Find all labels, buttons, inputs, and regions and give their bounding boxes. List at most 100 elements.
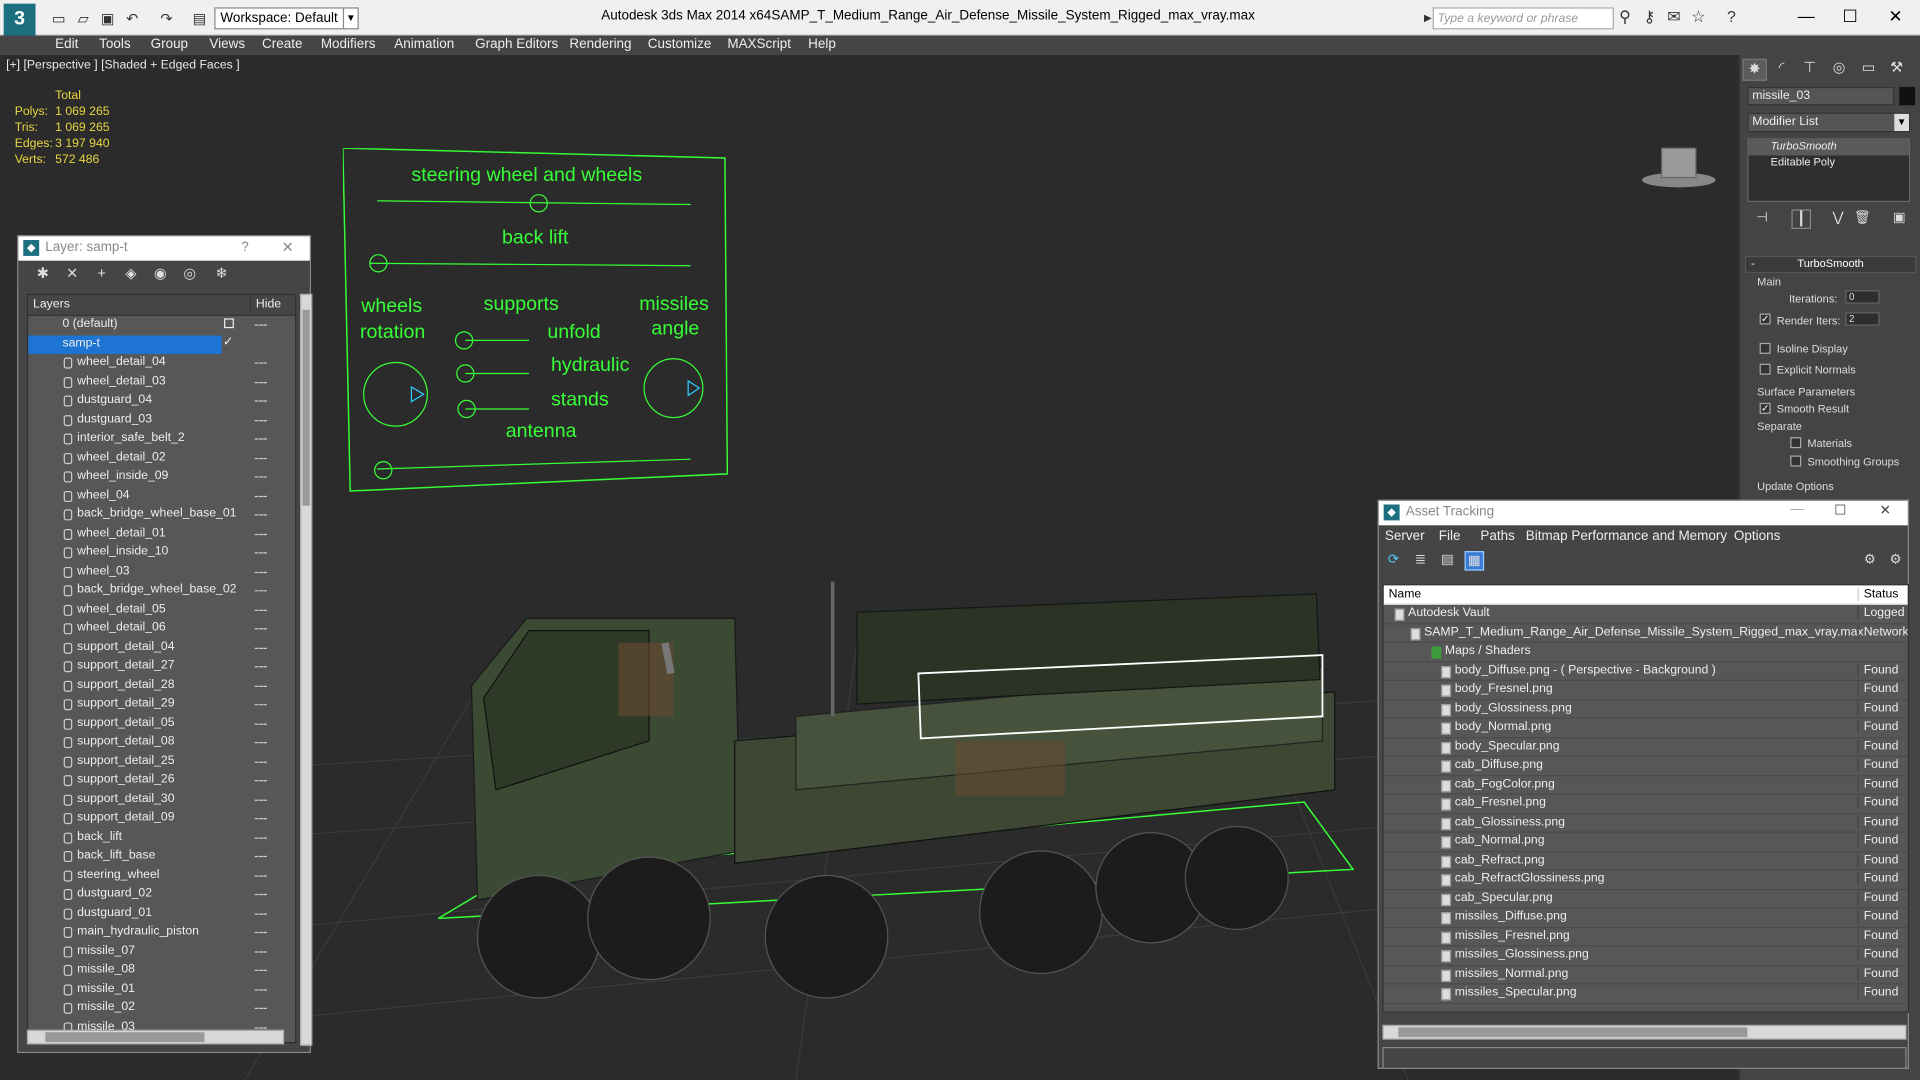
layer-object-row[interactable]: support_detail_26 (28, 771, 295, 790)
render-iters-checkbox[interactable]: ✓ (1759, 313, 1771, 325)
layer-object-row[interactable]: missile_02 (28, 999, 295, 1018)
hide-toggle[interactable] (254, 400, 267, 402)
layer-object-row[interactable]: wheel_detail_04 (28, 354, 295, 373)
refresh-icon[interactable]: ⟳ (1384, 551, 1404, 571)
remove-modifier-icon[interactable]: 🗑 (1853, 209, 1873, 229)
layer-object-row[interactable]: support_detail_27 (28, 658, 295, 677)
layer-window-titlebar[interactable]: ◆ Layer: samp-t ? ✕ (18, 236, 310, 261)
wheels-rotation-dial[interactable] (363, 361, 428, 427)
layer-object-row[interactable]: support_detail_05 (28, 714, 295, 733)
hide-toggle[interactable] (254, 742, 267, 744)
layer-object-row[interactable]: missile_01 (28, 980, 295, 999)
hide-toggle[interactable] (254, 950, 267, 953)
asset-menu-paths[interactable]: Paths (1480, 529, 1514, 544)
hide-toggle[interactable] (254, 628, 267, 630)
layer-vertical-scrollbar[interactable] (300, 293, 313, 1046)
layer-object-row[interactable]: back_lift_base (28, 847, 295, 866)
vault-help-icon[interactable]: ⚙ (1860, 551, 1880, 571)
asset-row[interactable]: cab_Diffuse.png Found (1383, 757, 1908, 776)
hide-toggle[interactable] (254, 362, 267, 364)
layer-object-row[interactable]: dustguard_04 (28, 392, 295, 411)
configure-sets-icon[interactable]: ▣ (1889, 209, 1909, 229)
layer-object-row[interactable]: missile_07 (28, 942, 295, 961)
save-icon[interactable]: ▣ (98, 9, 118, 29)
layer-object-row[interactable]: back_lift (28, 828, 295, 847)
layer-object-row[interactable]: support_detail_25 (28, 752, 295, 771)
pin-stack-icon[interactable]: ⊣ (1752, 209, 1772, 229)
show-end-result-icon[interactable]: ┃ (1791, 209, 1812, 229)
layer-object-row[interactable]: wheel_detail_03 (28, 373, 295, 392)
hide-toggle[interactable] (254, 723, 267, 725)
asset-row[interactable]: missiles_Fresnel.png Found (1383, 928, 1908, 947)
asset-row[interactable]: body_Fresnel.png Found (1383, 681, 1908, 700)
make-unique-icon[interactable]: ⋁ (1828, 209, 1848, 229)
highlight-layer-icon[interactable]: ◉ (151, 264, 171, 284)
asset-row[interactable]: missiles_Glossiness.png Found (1383, 947, 1908, 966)
help-icon[interactable]: ? (1720, 6, 1742, 28)
iterations-spinner[interactable]: 0 (1845, 290, 1880, 304)
menu-group[interactable]: Group (151, 37, 188, 52)
hide-toggle[interactable] (254, 817, 267, 820)
menu-graph-editors[interactable]: Graph Editors (475, 37, 558, 52)
minimize-button[interactable]: — (1788, 4, 1825, 28)
asset-row[interactable]: missiles_Diffuse.png Found (1383, 909, 1908, 928)
layer-object-row[interactable]: wheel_detail_01 (28, 525, 295, 544)
add-selection-icon[interactable]: + (92, 264, 112, 284)
hierarchy-tab-icon[interactable]: ⊤ (1798, 59, 1822, 81)
table-view-icon[interactable]: ▦ (1464, 551, 1485, 571)
modifier-stack[interactable]: TurboSmooth Editable Poly (1747, 138, 1911, 203)
asset-menu-file[interactable]: File (1439, 529, 1461, 544)
object-name-field[interactable]: missile_03 (1747, 86, 1895, 106)
layer-object-row[interactable]: support_detail_28 (28, 677, 295, 696)
layer-object-row[interactable]: support_detail_29 (28, 696, 295, 715)
asset-row[interactable]: body_Glossiness.png Found (1383, 700, 1908, 719)
close-button[interactable]: ✕ (1877, 4, 1914, 28)
hide-toggle[interactable] (254, 704, 267, 706)
layer-object-row[interactable]: back_bridge_wheel_base_01 (28, 506, 295, 525)
hide-toggle[interactable] (254, 533, 267, 535)
smoothing-groups-checkbox[interactable] (1790, 455, 1802, 467)
layer-object-row[interactable]: support_detail_04 (28, 639, 295, 658)
name-column-header[interactable]: Name (1389, 588, 1422, 601)
asset-row[interactable]: missiles_Specular.png Found (1383, 984, 1908, 1004)
asset-row[interactable]: body_Diffuse.png - ( Perspective - Backg… (1383, 662, 1908, 681)
hide-toggle[interactable] (254, 647, 267, 649)
layer-row-active[interactable]: samp-t ✓ (28, 334, 233, 354)
hide-toggle[interactable] (254, 666, 267, 668)
layer-row-default[interactable]: 0 (default) (28, 316, 295, 335)
help-button[interactable]: ? (241, 240, 249, 255)
hide-toggle[interactable] (254, 419, 267, 421)
layer-object-row[interactable]: wheel_detail_06 (28, 620, 295, 639)
isoline-checkbox[interactable] (1759, 342, 1771, 354)
new-file-icon[interactable]: ▭ (49, 9, 69, 29)
layer-object-row[interactable]: dustguard_01 (28, 904, 295, 923)
star-icon[interactable]: ☆ (1687, 6, 1709, 28)
asset-row[interactable]: body_Specular.png Found (1383, 738, 1908, 757)
search-input[interactable]: Type a keyword or phrase (1432, 7, 1614, 30)
asset-row[interactable]: missiles_Normal.png Found (1383, 966, 1908, 985)
menu-rendering[interactable]: Rendering (569, 37, 631, 52)
settings-icon[interactable]: ⚙ (1886, 551, 1906, 571)
close-button[interactable]: ✕ (1880, 502, 1891, 518)
layer-object-row[interactable]: support_detail_09 (28, 809, 295, 828)
select-objects-icon[interactable]: ◈ (121, 264, 141, 284)
asset-table[interactable]: Name Status Autodesk Vault Logged SAMP_T_M… (1382, 584, 1909, 1013)
close-button[interactable]: ✕ (282, 239, 294, 256)
create-layer-icon[interactable]: ✱ (33, 264, 53, 284)
layer-object-row[interactable]: dustguard_03 (28, 411, 295, 430)
asset-row[interactable]: cab_Normal.png Found (1383, 833, 1908, 852)
asset-row[interactable]: Autodesk Vault Logged (1383, 605, 1908, 624)
asset-tracking-window[interactable]: ◆ Asset Tracking — ☐ ✕ Server File Paths… (1377, 499, 1909, 1069)
asset-window-titlebar[interactable]: ◆ Asset Tracking — ☐ ✕ (1378, 500, 1908, 526)
hide-toggle[interactable] (254, 590, 267, 592)
materials-checkbox[interactable] (1790, 437, 1802, 449)
hide-toggle[interactable] (254, 438, 267, 440)
hide-toggle[interactable] (254, 381, 267, 383)
hide-toggle[interactable] (254, 893, 267, 896)
smooth-result-checkbox[interactable]: ✓ (1759, 402, 1771, 414)
antenna-slider-handle[interactable] (374, 461, 393, 480)
hide-toggle[interactable] (254, 855, 267, 858)
delete-layer-icon[interactable]: ✕ (62, 264, 82, 284)
layer-object-row[interactable]: wheel_detail_02 (28, 449, 295, 468)
hide-toggle[interactable] (254, 571, 267, 573)
